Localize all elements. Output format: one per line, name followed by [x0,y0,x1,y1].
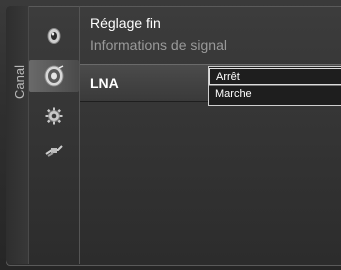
dropdown-option-on[interactable]: Marche [209,86,341,103]
input-plug-icon [45,145,63,157]
menu-item-label: LNA [90,75,119,91]
category-picture[interactable] [29,20,79,52]
category-icon-column [29,6,80,264]
menu-item-label: Réglage fin [90,15,161,31]
menu-item-fine-tune[interactable]: Réglage fin [80,15,341,35]
category-settings[interactable] [29,100,79,132]
menu-item-signal-info[interactable]: Informations de signal [80,37,341,57]
submenu-panel: Réglage fin Informations de signal LNA [80,6,341,264]
category-channel[interactable] [29,60,79,92]
menu-item-label: Informations de signal [90,37,227,53]
side-tab: Canal [6,6,29,264]
lna-dropdown[interactable]: Arrêt Marche [208,66,341,106]
settings-gear-icon [45,107,63,125]
category-input[interactable] [29,136,79,168]
picture-icon [47,28,61,44]
dropdown-option-off[interactable]: Arrêt [209,68,341,85]
channel-satellite-icon [44,65,64,87]
tv-menu-screen: Canal Réglage fin Informations de signal… [0,0,341,270]
